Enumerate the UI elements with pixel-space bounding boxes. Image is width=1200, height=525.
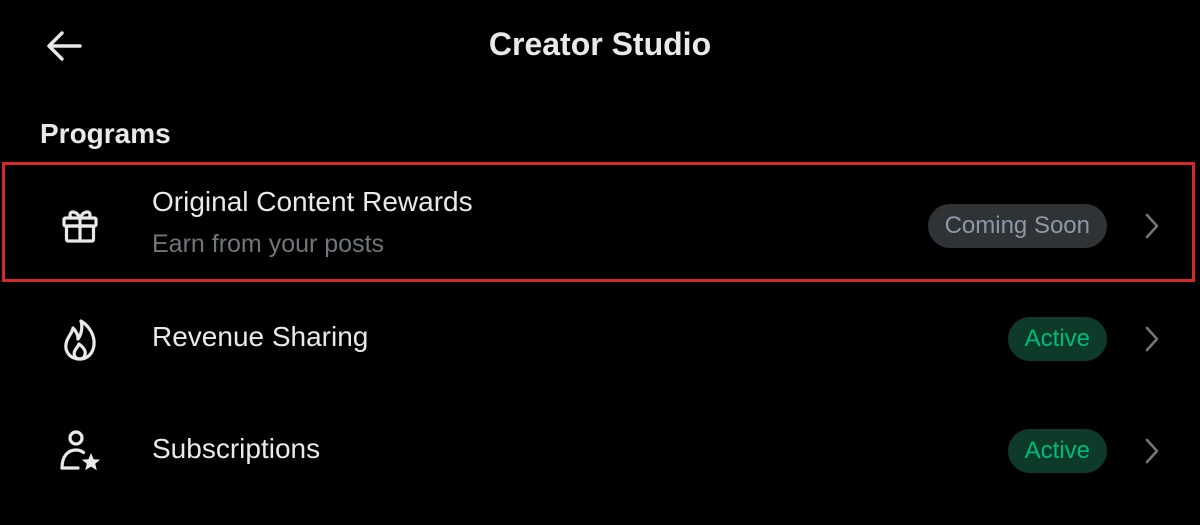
chevron-right-icon <box>1136 324 1166 354</box>
program-item-original-content-rewards[interactable]: Original Content Rewards Earn from your … <box>0 161 1200 285</box>
page-title: Creator Studio <box>488 26 712 62</box>
program-label: Original Content Rewards <box>152 186 473 217</box>
status-badge-active: Active <box>1007 317 1107 361</box>
flame-icon <box>54 314 106 366</box>
chevron-right-icon <box>1136 436 1166 466</box>
gift-icon <box>54 199 106 251</box>
program-label: Revenue Sharing <box>152 321 369 352</box>
status-badge-active: Active <box>1007 429 1107 473</box>
program-subtitle: Earn from your posts <box>152 230 385 258</box>
status-badge-coming-soon: Coming Soon <box>927 204 1107 248</box>
program-item-revenue-sharing[interactable]: Revenue Sharing Active <box>0 285 1200 397</box>
top-bar: Creator Studio <box>0 0 1200 92</box>
person-star-icon <box>54 426 106 478</box>
program-label: Subscriptions <box>152 433 321 464</box>
chevron-right-icon <box>1136 211 1166 241</box>
program-item-subscriptions[interactable]: Subscriptions Active <box>0 397 1200 509</box>
section-title-programs: Programs <box>40 118 171 149</box>
